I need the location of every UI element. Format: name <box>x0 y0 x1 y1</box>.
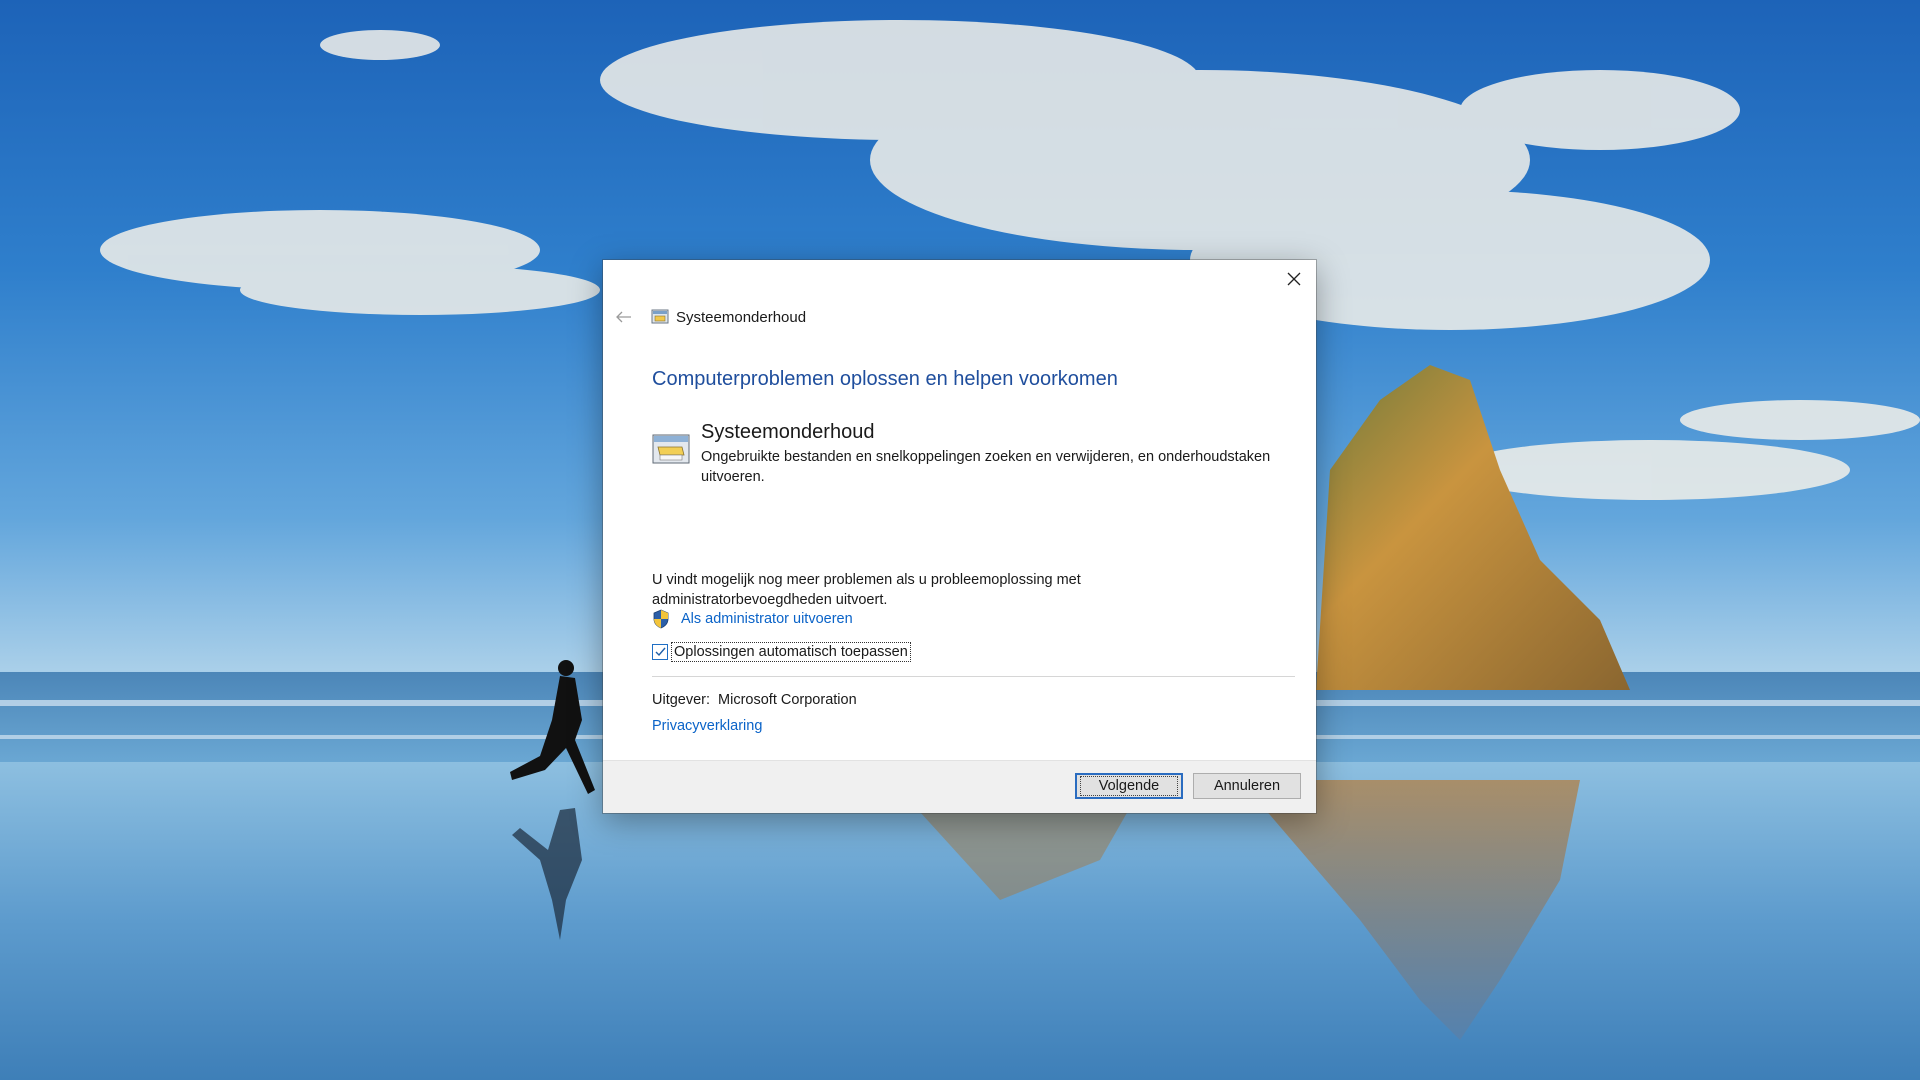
system-maintenance-icon <box>651 309 669 324</box>
page-title: Computerproblemen oplossen en helpen voo… <box>652 368 1118 390</box>
item-name: Systeemonderhoud <box>701 421 875 443</box>
next-button[interactable]: Volgende <box>1075 773 1183 799</box>
dialog-footer: Volgende Annuleren <box>603 760 1316 813</box>
publisher-value: Microsoft Corporation <box>718 692 857 708</box>
auto-apply-checkbox[interactable] <box>652 644 668 660</box>
header-title: Systeemonderhoud <box>676 308 807 326</box>
publisher-label: Uitgever: <box>652 692 711 708</box>
admin-hint-text: U vindt mogelijk nog meer problemen als … <box>652 572 1081 608</box>
cancel-button[interactable]: Annuleren <box>1193 773 1301 799</box>
troubleshooter-dialog: Systeemonderhoud Computerproblemen oplos… <box>603 260 1316 813</box>
auto-apply-checkbox-row[interactable]: Oplossingen automatisch toepassen <box>652 642 911 662</box>
close-button[interactable] <box>1278 266 1310 292</box>
admin-link-row: Als administrator uitvoeren <box>652 609 853 629</box>
privacy-link[interactable]: Privacyverklaring <box>652 718 762 734</box>
publisher-line: Uitgever: Microsoft Corporation <box>652 692 857 708</box>
system-maintenance-icon <box>652 434 690 464</box>
uac-shield-icon <box>653 609 669 629</box>
item-description: Ongebruikte bestanden en snelkoppelingen… <box>701 449 1271 485</box>
close-icon <box>1287 272 1301 286</box>
back-button[interactable] <box>613 306 635 328</box>
back-arrow-icon <box>616 311 631 323</box>
dialog-header: Systeemonderhoud <box>613 305 806 329</box>
auto-apply-label[interactable]: Oplossingen automatisch toepassen <box>671 642 911 662</box>
run-as-admin-link[interactable]: Als administrator uitvoeren <box>681 611 853 627</box>
divider <box>652 676 1295 677</box>
next-button-label: Volgende <box>1079 776 1179 796</box>
checkmark-icon <box>655 647 666 657</box>
